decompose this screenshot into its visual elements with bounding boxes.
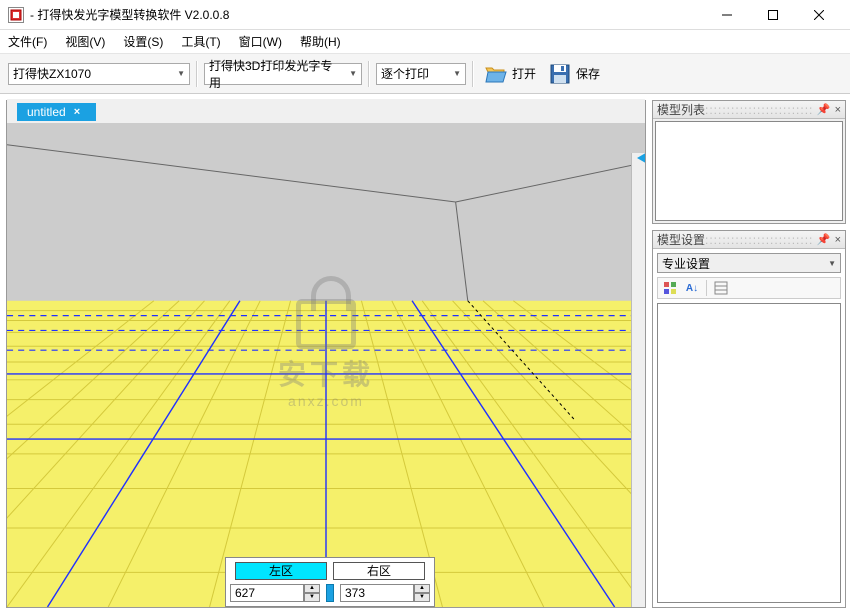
- toolbar-separator: [368, 61, 370, 87]
- app-icon: [8, 7, 24, 23]
- model-settings-title: 模型设置: [657, 231, 705, 248]
- printer-select[interactable]: 打得快ZX1070 ▼: [8, 63, 190, 85]
- mode-select-value: 逐个打印: [381, 65, 429, 82]
- menu-tools[interactable]: 工具(T): [181, 33, 220, 50]
- save-button[interactable]: 保存: [544, 60, 604, 88]
- maximize-button[interactable]: [750, 1, 796, 29]
- window-title: - 打得快发光字模型转换软件 V2.0.0.8: [30, 6, 704, 23]
- zone-panel: 左区 右区 ▲▼ ▲▼: [225, 557, 435, 607]
- document-tab[interactable]: untitled ×: [17, 103, 96, 121]
- viewport-panel: untitled ×: [6, 100, 646, 608]
- vertical-slider-thumb[interactable]: [637, 151, 645, 165]
- model-list-title: 模型列表: [657, 101, 705, 118]
- panel-close-icon[interactable]: ×: [835, 234, 841, 246]
- zone-left-input[interactable]: [230, 584, 304, 602]
- menu-file[interactable]: 文件(F): [8, 33, 47, 50]
- open-button[interactable]: 打开: [480, 60, 540, 88]
- menu-help[interactable]: 帮助(H): [300, 33, 341, 50]
- zone-right-input[interactable]: [340, 584, 414, 602]
- profile-select[interactable]: 打得快3D打印发光字专用 ▼: [204, 63, 362, 85]
- settings-profile-value: 专业设置: [662, 255, 710, 272]
- menu-window[interactable]: 窗口(W): [239, 33, 282, 50]
- properties-icon[interactable]: [713, 280, 729, 296]
- spin-down-icon[interactable]: ▼: [414, 593, 430, 602]
- zone-left-value[interactable]: ▲▼: [230, 584, 320, 602]
- panel-close-icon[interactable]: ×: [835, 104, 841, 116]
- mode-select[interactable]: 逐个打印 ▼: [376, 63, 466, 85]
- model-list-panel: 模型列表 :::::::::::::::::::::::::::::::::::…: [652, 100, 846, 224]
- categorize-icon[interactable]: [662, 280, 678, 296]
- spin-up-icon[interactable]: ▲: [304, 584, 320, 593]
- menu-settings[interactable]: 设置(S): [123, 33, 163, 50]
- spin-up-icon[interactable]: ▲: [414, 584, 430, 593]
- save-icon: [548, 62, 572, 86]
- menu-bar: 文件(F) 视图(V) 设置(S) 工具(T) 窗口(W) 帮助(H): [0, 30, 850, 54]
- toolbar: 打得快ZX1070 ▼ 打得快3D打印发光字专用 ▼ 逐个打印 ▼ 打开 保存: [0, 54, 850, 94]
- close-button[interactable]: [796, 1, 842, 29]
- pin-icon[interactable]: 📌: [817, 103, 831, 116]
- zone-right-button[interactable]: 右区: [333, 562, 425, 580]
- model-list-body[interactable]: [655, 121, 843, 221]
- menu-view[interactable]: 视图(V): [65, 33, 105, 50]
- folder-open-icon: [484, 62, 508, 86]
- printer-select-value: 打得快ZX1070: [13, 65, 91, 82]
- zone-left-button[interactable]: 左区: [235, 562, 327, 580]
- document-tabs: untitled ×: [7, 99, 645, 121]
- viewport-3d[interactable]: 安下载 anxz.com 左区 右区 ▲▼: [7, 123, 645, 607]
- settings-toolbar: A↓: [657, 277, 841, 299]
- profile-select-value: 打得快3D打印发光字专用: [209, 57, 343, 91]
- tab-close-icon[interactable]: ×: [74, 106, 80, 118]
- minimize-button[interactable]: [704, 1, 750, 29]
- zone-right-value[interactable]: ▲▼: [340, 584, 430, 602]
- settings-profile-select[interactable]: 专业设置 ▼: [657, 253, 841, 273]
- toolbar-separator: [196, 61, 198, 87]
- model-settings-panel: 模型设置 :::::::::::::::::::::::::::::::::::…: [652, 230, 846, 608]
- title-bar: - 打得快发光字模型转换软件 V2.0.0.8: [0, 0, 850, 30]
- pin-icon[interactable]: 📌: [817, 233, 831, 246]
- document-tab-label: untitled: [27, 105, 66, 119]
- vertical-slider-rail[interactable]: [631, 153, 645, 607]
- dropdown-arrow-icon: ▼: [828, 259, 836, 268]
- settings-property-grid[interactable]: [657, 303, 841, 603]
- dropdown-arrow-icon: ▼: [171, 69, 185, 78]
- dropdown-arrow-icon: ▼: [447, 69, 461, 78]
- open-button-label: 打开: [512, 65, 536, 82]
- sort-az-icon[interactable]: A↓: [684, 280, 700, 296]
- save-button-label: 保存: [576, 65, 600, 82]
- right-sidebar: 模型列表 :::::::::::::::::::::::::::::::::::…: [646, 94, 850, 608]
- toolbar-separator: [472, 61, 474, 87]
- spin-down-icon[interactable]: ▼: [304, 593, 320, 602]
- zone-split-handle[interactable]: [326, 584, 334, 602]
- dropdown-arrow-icon: ▼: [343, 69, 357, 78]
- separator: [706, 280, 707, 296]
